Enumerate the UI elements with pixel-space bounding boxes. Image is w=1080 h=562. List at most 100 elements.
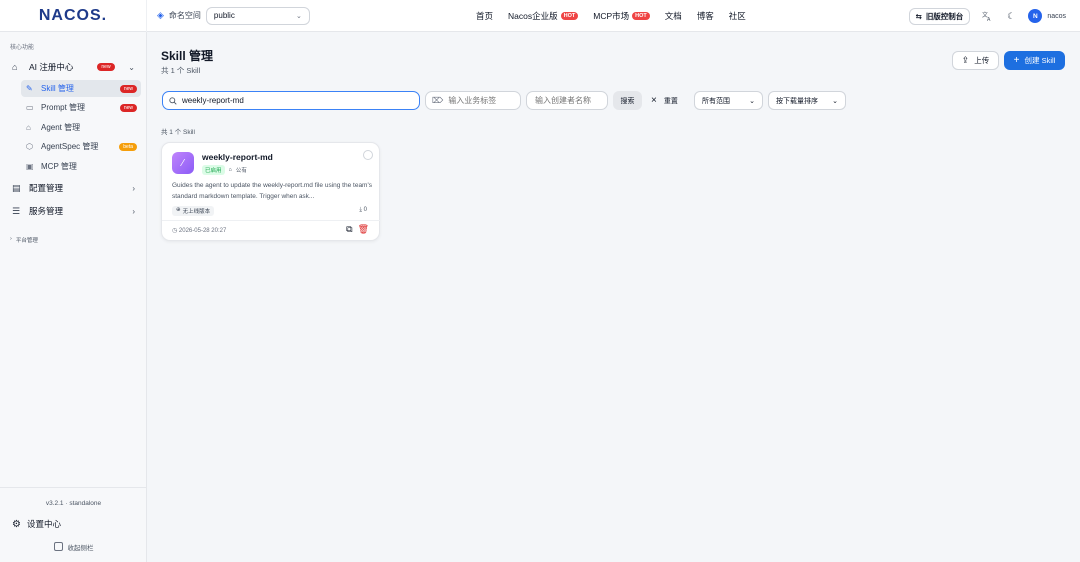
settings-center-button[interactable]: ⚙ 设置中心 <box>12 518 61 530</box>
layers-icon: ◈ <box>157 10 164 20</box>
search-button[interactable]: 搜索 <box>613 91 642 110</box>
create-skill-button[interactable]: + 创建 Skill <box>1004 51 1065 70</box>
online-version-label: 无上线版本 <box>182 209 211 215</box>
robot-icon: ⌂ <box>12 62 18 72</box>
skill-name: weekly-report-md <box>202 152 273 162</box>
create-skill-label: 创建 Skill <box>1024 56 1056 65</box>
page-count: 共 1 个 Skill <box>161 66 201 75</box>
scope-select[interactable]: 所有范围 ⌄ <box>694 91 763 110</box>
chevron-down-icon: ⌄ <box>749 97 755 105</box>
user-menu[interactable]: N nacos <box>1028 9 1066 23</box>
config-label: 配置管理 <box>29 183 64 193</box>
service-label: 服务管理 <box>29 206 64 216</box>
nav-blog[interactable]: 博客 <box>697 10 714 22</box>
moon-icon[interactable]: ☾ <box>1004 9 1018 23</box>
sidebar-item-agent[interactable]: ⌂ Agent 管理 <box>21 119 141 136</box>
namespace-label: 命名空间 <box>168 11 201 20</box>
old-console-button[interactable]: ⇆ 旧版控制台 <box>908 7 971 25</box>
nav-home[interactable]: 首页 <box>476 10 493 22</box>
tag-input[interactable] <box>448 96 519 105</box>
close-icon: × <box>651 95 657 106</box>
hot-badge: HOT <box>560 12 579 20</box>
upload-button[interactable]: ⇪ 上传 <box>952 51 999 70</box>
sidebar-item-mcp[interactable]: ▣ MCP 管理 <box>21 158 141 175</box>
card-actions: ⧉ 🗑 <box>346 224 369 235</box>
nav-blog-label: 博客 <box>696 11 714 21</box>
sidebar-item-label: MCP 管理 <box>41 162 77 171</box>
select-radio[interactable] <box>363 150 373 160</box>
skill-card[interactable]: ⁄ weekly-report-md 已启用 ⌂ 公有 Guides the a… <box>161 142 381 241</box>
sort-select[interactable]: 按下载量排序 ⌄ <box>768 91 846 110</box>
translate-icon[interactable]: 文A <box>980 9 994 23</box>
sidebar-item-agentspec[interactable]: ⬡ AgentSpec 管理 beta <box>21 138 141 155</box>
sidebar-item-label: Agent 管理 <box>41 123 81 132</box>
collapse-sidebar-button[interactable]: 收起侧栏 <box>0 542 147 552</box>
avatar: N <box>1028 9 1043 23</box>
download-count: ⤓ 0 <box>359 207 367 214</box>
sort-select-value: 按下载量排序 <box>776 97 818 105</box>
chevron-right-icon: › <box>132 183 135 193</box>
nav-enterprise-label: Nacos企业版 <box>508 11 558 21</box>
bot-icon: ⌂ <box>26 123 31 132</box>
version-text: v3.2.1 · standalone <box>45 500 102 507</box>
nav-enterprise[interactable]: Nacos企业版 HOT <box>508 10 579 22</box>
message-icon: ▭ <box>26 103 34 112</box>
old-console-label: 旧版控制台 <box>925 11 964 21</box>
svg-text:A: A <box>987 17 991 21</box>
sidebar-item-label: Skill 管理 <box>41 84 74 93</box>
card-divider <box>162 220 381 221</box>
nav-mcp-market[interactable]: MCP市场 HOT <box>593 10 650 22</box>
new-badge: new <box>119 84 137 93</box>
wrench-icon: ✎ <box>26 84 33 93</box>
skill-search-input[interactable] <box>182 96 402 105</box>
sidebar-group-service[interactable]: ☰ 服务管理 › <box>0 201 147 221</box>
external-link-icon[interactable]: ⧉ <box>346 224 352 235</box>
upload-label: 上传 <box>974 56 990 65</box>
nav-mcp-market-label: MCP市场 <box>593 11 630 21</box>
hot-badge: HOT <box>632 12 650 20</box>
sidebar: 核心功能 ⌂ AI 注册中心 new ⌄ ✎ Skill 管理 new ▭ Pr… <box>0 32 147 562</box>
gear-icon: ⚙ <box>12 518 21 530</box>
top-nav: 首页 Nacos企业版 HOT MCP市场 HOT 文档 博客 社区 <box>476 0 746 32</box>
beta-badge: beta <box>119 142 137 151</box>
reset-button-label: 重置 <box>663 97 678 105</box>
skill-status-row: 已启用 ⌂ 公有 <box>202 165 247 175</box>
sidebar-group-config[interactable]: ▤ 配置管理 › <box>0 178 147 198</box>
cube-icon: ⬡ <box>26 142 33 151</box>
creator-input[interactable] <box>535 96 607 105</box>
top-header: NACOS. ◈ 命名空间 public ⌄ 首页 Nacos企业版 HOT MC… <box>0 0 1080 32</box>
globe-icon: ⊕ <box>176 207 181 213</box>
trash-icon[interactable]: 🗑 <box>358 224 369 235</box>
tag-icon: ⌦ <box>432 96 444 105</box>
search-button-label: 搜索 <box>620 97 635 105</box>
main-content: Skill 管理 共 1 个 Skill ⇪ 上传 + 创建 Skill ⌦ 搜… <box>147 32 1080 562</box>
chevron-down-icon: ⌄ <box>832 97 838 105</box>
sidebar-group-platform[interactable]: › 平台管理 <box>10 236 38 244</box>
platform-label: 平台管理 <box>15 238 38 244</box>
nav-community-label: 社区 <box>728 11 746 21</box>
collapse-label: 收起侧栏 <box>67 545 94 552</box>
sidebar-item-label: Prompt 管理 <box>41 103 86 112</box>
skill-search-box <box>162 91 420 110</box>
nav-community[interactable]: 社区 <box>729 10 746 22</box>
settings-label: 设置中心 <box>26 519 61 529</box>
ai-registry-label: AI 注册中心 <box>29 62 74 72</box>
namespace-dropdown[interactable]: public ⌄ <box>205 6 310 25</box>
sidebar-divider <box>0 487 147 488</box>
username: nacos <box>1047 12 1066 20</box>
nacos-logo[interactable]: NACOS. <box>0 0 147 32</box>
new-badge: new <box>97 63 115 71</box>
online-version-tag: ⊕ 无上线版本 <box>172 206 215 216</box>
sidebar-item-prompt[interactable]: ▭ Prompt 管理 new <box>21 99 141 116</box>
header-right: ⇆ 旧版控制台 文A ☾ N nacos <box>908 0 1066 32</box>
server-icon: ▣ <box>26 162 34 171</box>
namespace-value: public <box>213 11 235 20</box>
reset-button[interactable]: × 重置 <box>651 91 678 110</box>
page-title: Skill 管理 <box>161 49 214 63</box>
visibility-label: 公有 <box>235 168 247 174</box>
sidebar-item-skill[interactable]: ✎ Skill 管理 new <box>21 80 141 97</box>
download-count-value: 0 <box>363 207 367 213</box>
sidebar-group-ai-registry[interactable]: ⌂ AI 注册中心 new ⌄ <box>0 57 147 77</box>
swap-icon: ⇆ <box>915 11 922 21</box>
nav-docs[interactable]: 文档 <box>665 10 682 22</box>
